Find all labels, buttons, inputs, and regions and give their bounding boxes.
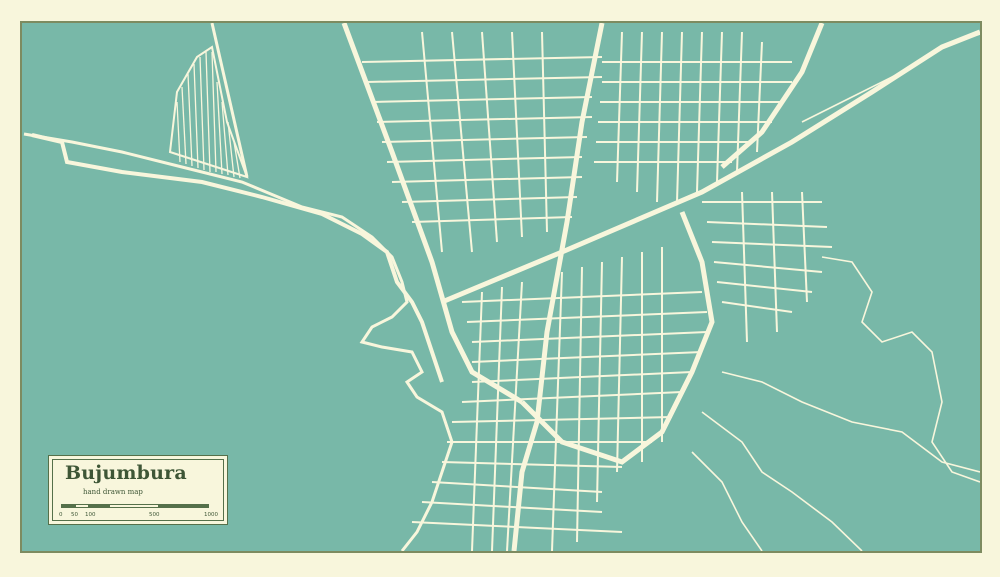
scale-label-500: 500 (149, 512, 160, 518)
scale-label-0: 0 (59, 512, 63, 518)
map-subtitle: hand drawn map (83, 488, 143, 496)
scale-label-1000: 1000 (204, 512, 218, 518)
scale-segment-3 (89, 504, 109, 508)
city-name: Bujumbura (65, 462, 187, 484)
scale-label-100: 100 (85, 512, 96, 518)
scale-segment-4 (109, 504, 159, 508)
stock-id-watermark: 222411521 (3, 345, 31, 475)
scale-segment-1 (61, 504, 75, 508)
map-frame: 222411521 Bujumbura hand drawn map 0 50 … (0, 0, 1000, 577)
scale-segment-2 (75, 504, 89, 508)
scale-segment-5 (159, 504, 209, 508)
map-legend: Bujumbura hand drawn map 0 50 100 500 10… (48, 455, 228, 525)
scale-label-50: 50 (71, 512, 78, 518)
